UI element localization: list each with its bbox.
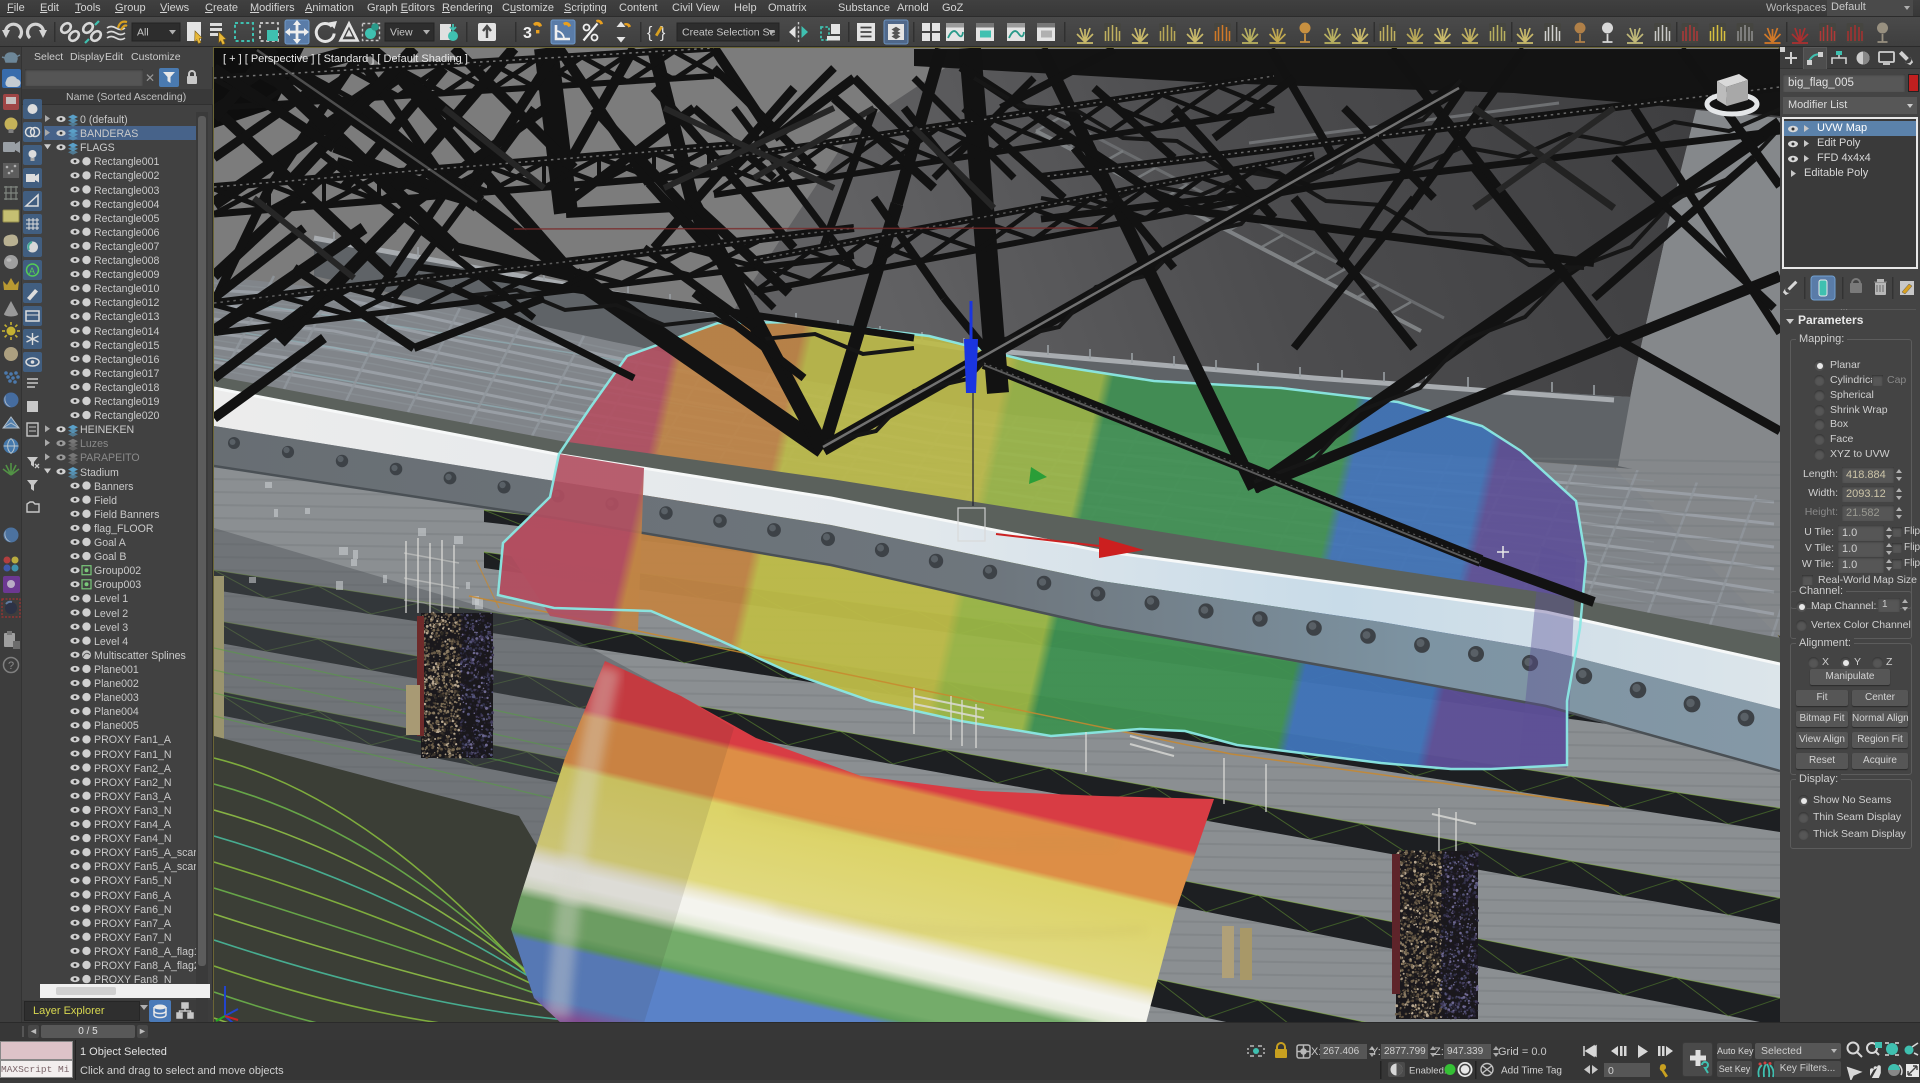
svg-text:A: A	[29, 266, 35, 276]
svg-text:0: 0	[1608, 1065, 1614, 1077]
svg-text:All: All	[137, 27, 149, 39]
svg-text:View: View	[390, 27, 413, 39]
svg-text:?: ?	[8, 660, 14, 672]
svg-text:[ + ] [ Perspective ] [ Standa: [ + ] [ Perspective ] [ Standard ] [ Def…	[223, 53, 468, 65]
svg-text:Add Time Tag: Add Time Tag	[1501, 1066, 1562, 1077]
svg-text:{: {	[647, 25, 653, 42]
svg-text:3: 3	[523, 25, 532, 42]
svg-text:Enabled:: Enabled:	[1409, 1066, 1447, 1077]
svg-text:Create Selection Se: Create Selection Se	[682, 27, 776, 39]
